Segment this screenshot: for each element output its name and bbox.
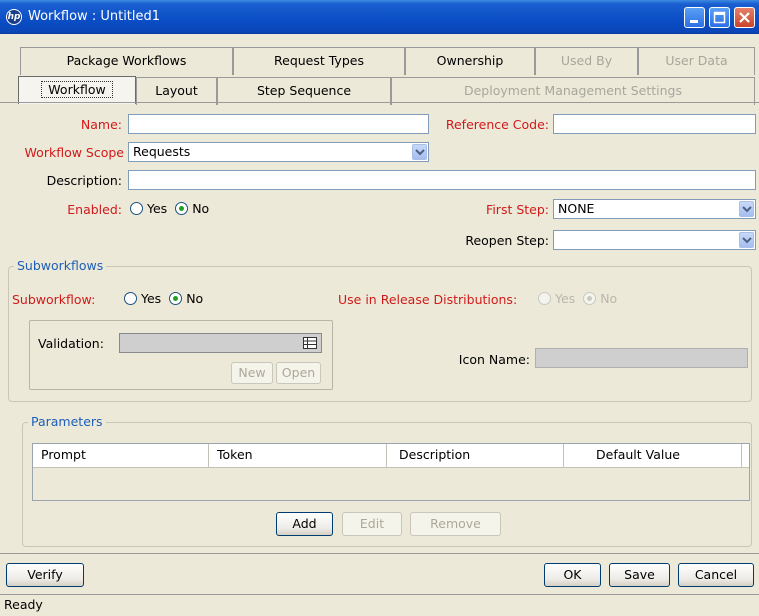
description-field[interactable]: [128, 170, 756, 190]
enabled-yes-radio[interactable]: [130, 202, 143, 215]
tab-label: Layout: [155, 83, 198, 98]
workflow-scope-value: Requests: [133, 144, 191, 159]
minimize-button[interactable]: [684, 7, 705, 28]
tab-label: Deployment Management Settings: [463, 83, 683, 98]
column-header-default-value[interactable]: Default Value: [564, 444, 742, 468]
status-text: Ready: [4, 597, 43, 612]
validation-field[interactable]: [119, 333, 322, 353]
chevron-down-icon[interactable]: [412, 144, 427, 160]
maximize-icon: [713, 11, 726, 24]
tab-label: Request Types: [274, 53, 364, 68]
tab-label: Step Sequence: [256, 83, 352, 98]
column-header-description[interactable]: Description: [387, 444, 564, 468]
tab-panel-border: [0, 102, 759, 103]
subworkflow-radio-group: Yes No: [124, 291, 211, 306]
tab-label: Used By: [560, 53, 613, 68]
workflow-scope-label: Workflow Scope: [24, 145, 124, 160]
tab-request-types[interactable]: Request Types: [233, 47, 405, 75]
release-no-radio[interactable]: [583, 292, 597, 305]
tab-label: Ownership: [436, 53, 504, 68]
tab-ownership[interactable]: Ownership: [405, 47, 535, 75]
minimize-icon: [690, 20, 698, 23]
list-picker-icon[interactable]: [303, 337, 317, 349]
release-distributions-label: Use in Release Distributions:: [338, 292, 518, 307]
title-bar: hp Workflow : Untitled1: [0, 0, 759, 34]
tab-label: Workflow: [41, 81, 113, 98]
reference-code-label: Reference Code:: [445, 117, 549, 132]
ok-button[interactable]: OK: [544, 563, 601, 587]
close-icon: [739, 12, 750, 23]
tab-user-data[interactable]: User Data: [638, 47, 755, 75]
subworkflow-yes-radio[interactable]: [124, 292, 137, 305]
reopen-step-label: Reopen Step:: [465, 233, 549, 248]
release-no-label: No: [600, 291, 618, 306]
workflow-scope-select[interactable]: Requests: [128, 142, 429, 162]
footer-separator: [0, 553, 759, 554]
icon-name-label: Icon Name:: [458, 352, 530, 367]
first-step-label: First Step:: [486, 202, 549, 217]
column-header-prompt[interactable]: Prompt: [33, 444, 209, 468]
first-step-select[interactable]: NONE: [553, 199, 756, 219]
tab-label: User Data: [665, 53, 728, 68]
tab-step-sequence[interactable]: Step Sequence: [217, 77, 391, 105]
remove-button[interactable]: Remove: [410, 512, 501, 536]
description-label: Description:: [46, 173, 122, 188]
parameters-title: Parameters: [28, 414, 106, 429]
open-button[interactable]: Open: [276, 362, 321, 384]
verify-button[interactable]: Verify: [6, 563, 84, 587]
chevron-down-icon[interactable]: [739, 232, 754, 248]
cancel-button[interactable]: Cancel: [678, 563, 754, 587]
tab-deployment-management-settings[interactable]: Deployment Management Settings: [391, 77, 755, 105]
close-button[interactable]: [734, 7, 755, 28]
enabled-no-radio[interactable]: [175, 202, 189, 215]
enabled-yes-label: Yes: [147, 201, 168, 216]
release-yes-radio[interactable]: [538, 292, 551, 305]
first-step-value: NONE: [558, 201, 595, 216]
subworkflow-no-radio[interactable]: [169, 292, 183, 305]
status-bar: Ready: [0, 594, 759, 616]
reference-code-field[interactable]: [553, 114, 756, 134]
subworkflow-no-label: No: [186, 291, 204, 306]
icon-name-field[interactable]: [535, 348, 748, 368]
save-button[interactable]: Save: [609, 563, 670, 587]
new-button[interactable]: New: [231, 362, 273, 384]
tab-used-by[interactable]: Used By: [535, 47, 638, 75]
column-header-filler: [742, 444, 749, 468]
window-title: Workflow : Untitled1: [28, 9, 161, 24]
name-field[interactable]: [128, 114, 429, 134]
tab-package-workflows[interactable]: Package Workflows: [20, 47, 233, 75]
parameters-table: Prompt Token Description Default Value: [32, 443, 750, 501]
tab-workflow[interactable]: Workflow: [18, 76, 136, 104]
name-label: Name:: [80, 117, 122, 132]
enabled-label: Enabled:: [67, 202, 122, 217]
tab-label: Package Workflows: [66, 53, 187, 68]
release-yes-label: Yes: [555, 291, 576, 306]
maximize-button[interactable]: [709, 7, 730, 28]
enabled-no-label: No: [192, 201, 210, 216]
reopen-step-select[interactable]: [553, 230, 756, 250]
add-button[interactable]: Add: [276, 512, 333, 536]
edit-button[interactable]: Edit: [342, 512, 402, 536]
subworkflow-yes-label: Yes: [141, 291, 162, 306]
hp-logo-icon: hp: [6, 9, 22, 25]
subworkflows-title: Subworkflows: [14, 258, 107, 273]
subworkflow-label: Subworkflow:: [12, 292, 96, 307]
validation-label: Validation:: [38, 336, 104, 351]
column-header-token[interactable]: Token: [209, 444, 387, 468]
tab-layout[interactable]: Layout: [136, 77, 217, 105]
release-radio-group: Yes No: [538, 291, 625, 306]
enabled-radio-group: Yes No: [130, 201, 217, 216]
chevron-down-icon[interactable]: [739, 201, 754, 217]
